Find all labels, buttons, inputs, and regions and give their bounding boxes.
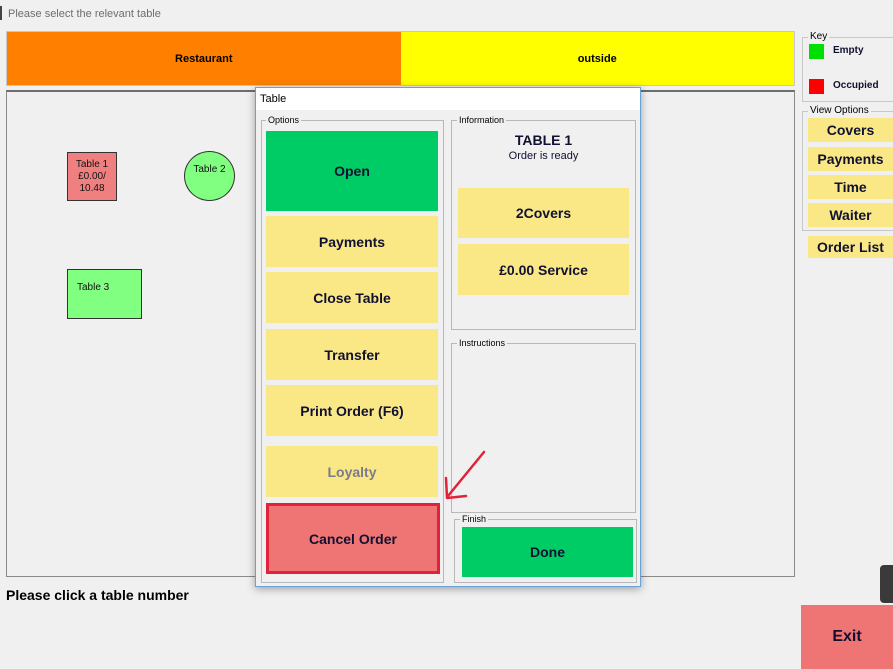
empty-label: Empty [833,45,864,56]
options-group-title: Options [266,115,302,125]
status-message: Please click a table number [6,587,189,603]
payments-button[interactable]: Payments [266,216,438,267]
waiter-view-button[interactable]: Waiter [808,203,893,227]
time-view-button[interactable]: Time [808,175,893,199]
area-tab-restaurant[interactable]: Restaurant [7,32,401,85]
table-2[interactable]: Table 2 [184,151,235,201]
covers-view-button[interactable]: Covers [808,118,893,142]
exit-button[interactable]: Exit [801,605,893,669]
order-list-button[interactable]: Order List [808,236,893,258]
finish-group-title: Finish [460,514,489,524]
cancel-order-button[interactable]: Cancel Order [266,503,440,574]
print-order-button[interactable]: Print Order (F6) [266,385,438,436]
table-name: TABLE 1 [514,132,573,148]
area-tabs: Restaurant outside [6,31,795,86]
done-button[interactable]: Done [462,527,633,577]
service-button[interactable]: £0.00 Service [458,244,629,295]
occupied-swatch [809,79,824,94]
information-group-title: Information [457,115,507,125]
window-title: Please select the relevant table [8,8,161,20]
annotation-arrow-icon [444,450,486,500]
occupied-label: Occupied [833,80,879,91]
open-button[interactable]: Open [266,131,438,211]
dialog-title: Table [256,88,640,110]
table-3[interactable]: Table 3 [67,269,142,319]
table-1[interactable]: Table 1 £0.00/ 10.48 [67,152,117,201]
window-edge [0,6,2,20]
key-title: Key [808,31,830,42]
order-status: Order is ready [508,150,579,162]
close-table-button[interactable]: Close Table [266,272,438,323]
side-collapse-handle[interactable] [880,565,893,603]
covers-button[interactable]: 2Covers [458,188,629,238]
empty-swatch [809,44,824,59]
view-options-title: View Options [808,105,871,116]
transfer-button[interactable]: Transfer [266,329,438,380]
loyalty-button[interactable]: Loyalty [266,446,438,497]
area-tab-outside[interactable]: outside [400,32,794,85]
payments-view-button[interactable]: Payments [808,147,893,171]
instructions-group-title: Instructions [457,338,508,348]
table-dialog: Table Options Open Payments Close Table … [255,87,641,587]
